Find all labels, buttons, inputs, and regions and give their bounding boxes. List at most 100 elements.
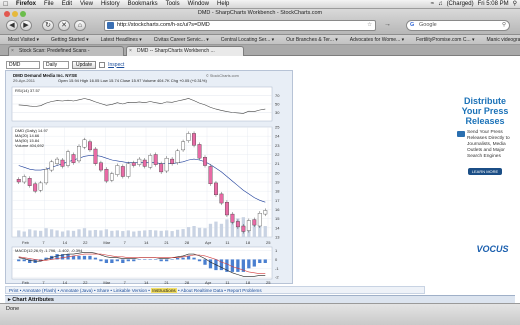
bookmark-item[interactable]: Latest Headlines ▾ [93, 35, 146, 44]
chart-link[interactable]: Share [97, 288, 109, 293]
menu-items: Firefox File Edit View History Bookmarks Tools… [12, 0, 233, 9]
macd-histogram-bar [137, 259, 141, 260]
menu-window[interactable]: Window [184, 0, 213, 9]
wifi-icon[interactable]: ≈ [431, 0, 434, 9]
x-tick-label: 7 [124, 240, 127, 245]
candle [115, 165, 120, 175]
x-tick-label: 28 [185, 240, 190, 245]
menu-tools[interactable]: Tools [162, 0, 184, 9]
home-button[interactable]: ⌂ [74, 20, 86, 31]
macd-histogram-bar [154, 259, 158, 260]
macd-label: MACD(12,26,9) -1.796, -1.402, -0.394 [15, 248, 83, 253]
volume-bar [22, 231, 26, 237]
x-tick-label: Apr [205, 240, 212, 245]
price-tick-label: 22 [275, 152, 280, 157]
macd-histogram-bar [77, 255, 81, 260]
tab-strip: × Stock Scan: Predefined Scans - × DMD -… [0, 45, 520, 56]
battery-status[interactable]: (Charged) [447, 0, 474, 9]
url-field[interactable]: http://stockcharts.com/h-sc/ui?s=DMD ☆ [104, 20, 376, 31]
macd-histogram-bar [181, 257, 185, 260]
candle [214, 182, 218, 196]
price-tick-label: 23 [275, 143, 280, 148]
candle [164, 157, 169, 172]
x-tick-label: 21 [164, 280, 169, 285]
tab-sharpcharts[interactable]: × DMD -- SharpCharts Workbench ... [126, 46, 244, 56]
macd-histogram-bar [236, 259, 240, 272]
chart-link[interactable]: Instructions [151, 288, 177, 293]
rsi-tick-label: 50 [275, 102, 280, 107]
x-tick-label: 7 [124, 280, 127, 285]
candle [109, 173, 114, 181]
volume-bar [33, 230, 37, 237]
tab-stock-scan[interactable]: × Stock Scan: Predefined Scans - [8, 46, 124, 56]
macd-histogram-bar [208, 259, 213, 269]
menu-edit[interactable]: Edit [58, 0, 76, 9]
inspect-label[interactable]: Inspect [108, 62, 124, 68]
volume-bar [175, 229, 180, 237]
chart-link[interactable]: About Realtime Data [181, 288, 223, 293]
search-icon[interactable]: ⚲ [502, 21, 506, 30]
menu-view[interactable]: View [76, 0, 97, 9]
chart-svg: 13141516171819202122232425FebFeb77141422… [11, 73, 280, 285]
search-field[interactable]: G Google ⚲ [406, 20, 510, 31]
reload-button[interactable]: ↻ [42, 20, 54, 31]
update-button[interactable]: Update [72, 60, 97, 69]
chart-link[interactable]: Report Problems [227, 288, 261, 293]
menu-firefox[interactable]: Firefox [12, 0, 40, 9]
back-button[interactable]: ◀ [6, 20, 18, 31]
price-tick-label: 14 [275, 225, 280, 230]
bookmark-item[interactable]: Civitas Career Servic... ▾ [146, 35, 213, 44]
bookmark-item[interactable]: Manic videography ▾ [479, 35, 520, 44]
forward-button[interactable]: ▶ [20, 20, 32, 31]
inspect-checkbox[interactable] [99, 61, 106, 68]
apple-menu-icon[interactable]:  [3, 0, 8, 9]
close-tab-icon[interactable]: × [129, 47, 132, 56]
close-tab-icon[interactable]: × [11, 47, 14, 56]
x-tick-label: 18 [246, 280, 251, 285]
volume-icon[interactable]: ♫ [438, 0, 443, 9]
go-arrow-icon[interactable]: → [384, 21, 391, 28]
tab-label: DMD -- SharpCharts Workbench ... [137, 48, 215, 54]
spotlight-icon[interactable]: ⚲ [513, 0, 517, 9]
x-tick-label: 18 [246, 240, 251, 245]
macd-histogram-bar [159, 259, 163, 262]
bookmark-item[interactable]: Our Branches & Ter... ▾ [278, 35, 342, 44]
chart-quote: Open 15.94 High 16.05 Low 15.74 Close 15… [58, 78, 207, 83]
macd-tick-label: 1 [275, 248, 278, 253]
macd-histogram-bar [219, 259, 224, 271]
candle [38, 182, 43, 191]
chart-link[interactable]: Linkable Version [113, 288, 147, 293]
chart-link[interactable]: Annotate (Flash) [22, 288, 56, 293]
stop-button[interactable]: ✕ [58, 20, 70, 31]
chart-attributes-header[interactable]: ▸ Chart Attributes [5, 295, 515, 303]
bookmark-item[interactable]: FertilityPromise.com C... ▾ [408, 35, 478, 44]
bookmark-item[interactable]: Most Visited ▾ [0, 35, 43, 44]
stock-chart[interactable]: 13 14 15 16 17 18 19 20 21 22 23 24 25 Feb Feb 7 7 14 14 22… [5, 70, 293, 285]
menu-file[interactable]: File [40, 0, 58, 9]
symbol-input[interactable]: DMD [6, 60, 40, 69]
volume-bar [132, 231, 136, 237]
bookmark-item[interactable]: Central Locating Ser... ▾ [213, 35, 278, 44]
volume-bar [39, 230, 43, 237]
volume-bar [49, 229, 54, 237]
x-tick-label: 14 [144, 240, 149, 245]
press-release-ad[interactable]: Distribute Your Press Releases Send Your… [455, 96, 515, 192]
menu-bookmarks[interactable]: Bookmarks [124, 0, 162, 9]
bookmark-item[interactable]: Advocates for Wome... ▾ [342, 35, 408, 44]
macd-histogram-bar [230, 259, 235, 272]
window-title: DMD - SharpCharts Workbench - StockChart… [197, 10, 323, 16]
volume-bar [77, 229, 81, 237]
menu-history[interactable]: History [97, 0, 124, 9]
ad-body-text: Send Your Press Releases Directly to Jou… [467, 130, 510, 159]
menu-help[interactable]: Help [213, 0, 233, 9]
learn-more-button[interactable]: LEARN MORE [467, 168, 503, 175]
x-tick-label: 25 [266, 280, 271, 285]
price-tick-label: 16 [275, 207, 280, 212]
chart-link[interactable]: Annotate (Java) [60, 288, 92, 293]
clock[interactable]: Fri 5:08 PM [478, 0, 509, 9]
vocus-logo[interactable]: VOCUS [470, 244, 515, 260]
period-select[interactable]: Daily [43, 60, 69, 69]
macd-histogram-bar [17, 259, 21, 262]
bookmark-star-icon[interactable]: ☆ [367, 21, 372, 30]
bookmark-item[interactable]: Getting Started ▾ [43, 35, 93, 44]
